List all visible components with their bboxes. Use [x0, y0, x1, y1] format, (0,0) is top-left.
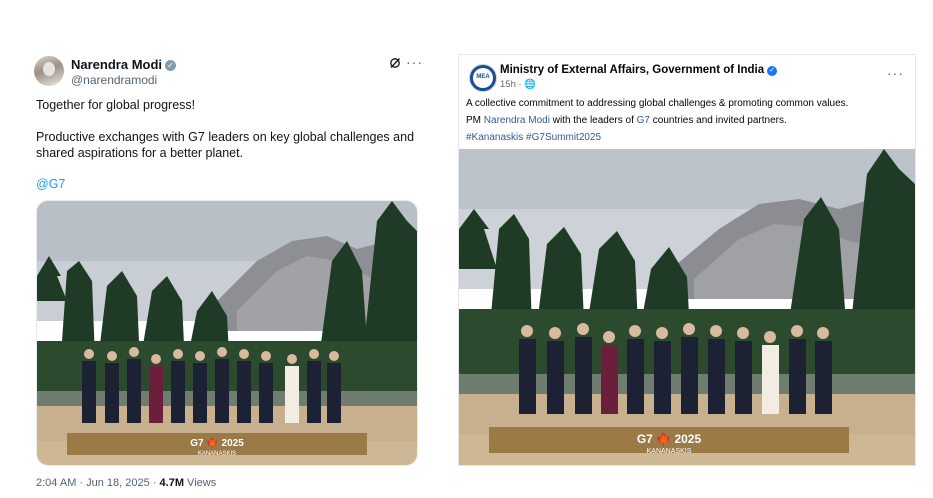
photo-sign-text: G7 🍁 2025 — [190, 436, 244, 449]
photo-sign-subtext: KANANASKIS — [647, 448, 692, 455]
post-text: A collective commitment to addressing gl… — [466, 95, 906, 146]
tweet-time[interactable]: 2:04 AM · Jun 18, 2025 · — [36, 477, 160, 489]
view-count: 4.7M — [159, 477, 184, 489]
tweet-header: Narendra Modi ✓ @narendramodi ··· — [34, 54, 424, 90]
post-text-line1: A collective commitment to addressing gl… — [466, 98, 849, 109]
author-avatar[interactable] — [34, 56, 64, 86]
verified-badge-icon: ✓ — [165, 60, 177, 71]
author-handle[interactable]: @narendramodi — [71, 73, 157, 87]
author-name[interactable]: Narendra Modi ✓ — [71, 57, 177, 72]
page-name[interactable]: Ministry of External Affairs, Government… — [500, 64, 778, 76]
mention-narendra-modi[interactable]: Narendra Modi — [484, 115, 550, 126]
hashtags[interactable]: #Kananaskis #G7Summit2025 — [466, 129, 906, 146]
tweet-photo[interactable]: G7 🍁 2025 KANANASKIS — [36, 200, 418, 466]
facebook-post-card: MEA Ministry of External Affairs, Govern… — [458, 54, 916, 466]
post-text-line2: PM Narendra Modi with the leaders of G7 … — [466, 115, 787, 126]
tweet-text-line1: Together for global progress! — [36, 98, 196, 112]
tweet-text-line2: Productive exchanges with G7 leaders on … — [36, 130, 415, 160]
more-options-button[interactable]: ··· — [887, 65, 904, 81]
verified-badge-icon: ✓ — [767, 66, 778, 76]
tweet-text: Together for global progress! Productive… — [36, 97, 416, 177]
grok-icon[interactable] — [389, 57, 401, 72]
post-photo[interactable]: G7 🍁 2025 KANANASKIS — [459, 149, 915, 465]
photo-sign-subtext: KANANASKIS — [198, 451, 236, 457]
photo-sign-text: G7 🍁 2025 — [637, 432, 702, 446]
tweet-card: Narendra Modi ✓ @narendramodi ··· Togethe… — [34, 54, 424, 489]
globe-icon: 🌐 — [524, 79, 537, 90]
mention-g7[interactable]: G7 — [637, 115, 650, 126]
tweet-meta: 2:04 AM · Jun 18, 2025 · 4.7M Views — [36, 477, 216, 489]
g7-mention-link[interactable]: @G7 — [36, 177, 65, 191]
more-options-button[interactable]: ··· — [406, 54, 423, 70]
page-avatar[interactable]: MEA — [469, 64, 497, 92]
page-logo-text: MEA — [476, 74, 490, 80]
post-time[interactable]: 15h · 🌐 — [500, 79, 536, 90]
views-label: Views — [184, 477, 217, 489]
